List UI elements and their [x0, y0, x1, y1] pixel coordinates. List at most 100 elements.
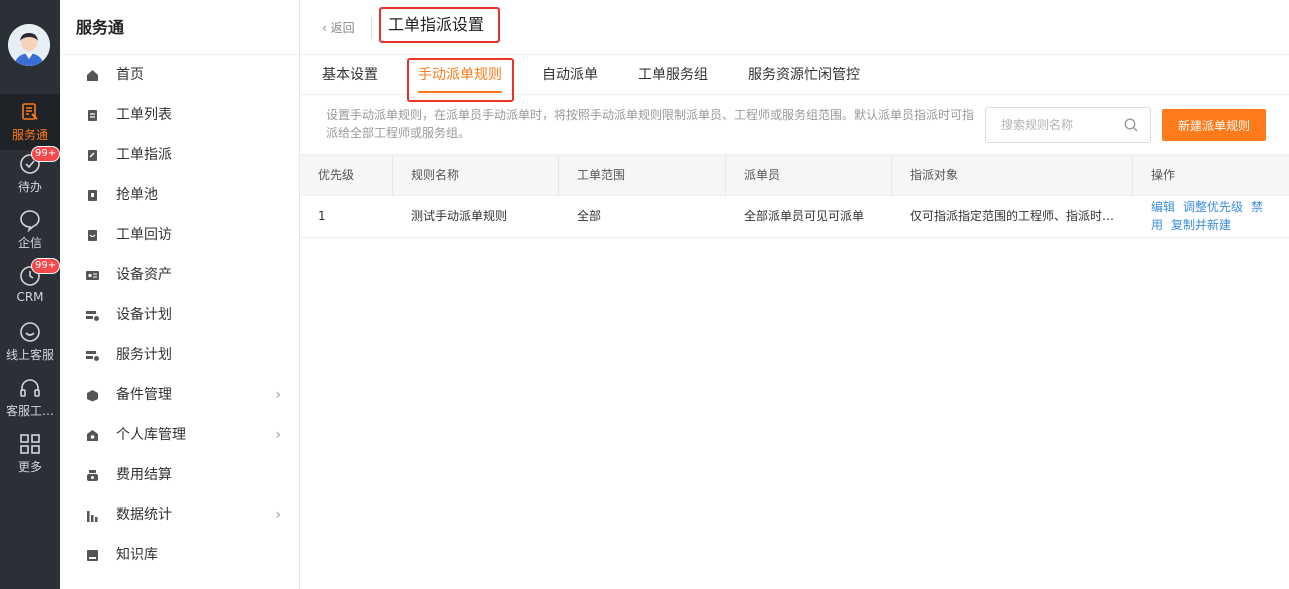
rail-label: 线上客服 [5, 348, 54, 362]
revisit-icon [88, 230, 97, 241]
search-input[interactable] [986, 108, 1116, 142]
new-rule-button[interactable]: 新建派单规则 [1162, 109, 1266, 141]
sidebar-item-expense[interactable]: 费用结算 [60, 455, 299, 495]
cell-priority: 1 [318, 209, 326, 223]
book-icon [87, 550, 98, 561]
rail-item-online-service[interactable]: 线上客服 [0, 318, 60, 374]
column-header: 指派对象 [892, 155, 1133, 196]
column-header: 操作 [1151, 168, 1176, 182]
edit-link[interactable]: 编辑 [1151, 200, 1175, 214]
column-header: 优先级 [300, 155, 393, 196]
sidebar-item-ticket-list[interactable]: 工单列表 [60, 95, 299, 135]
sidebar-item-label: 设备资产 [116, 267, 172, 283]
table-header: 优先级 规则名称 工单范围 派单员 指派对象 操作 [300, 154, 1289, 196]
user-avatar[interactable] [8, 24, 50, 66]
sidebar-item-label: 工单回访 [116, 227, 172, 243]
column-header: 派单员 [726, 155, 892, 196]
bar-chart-icon [87, 511, 98, 522]
page-header: ‹ 返回 工单指派设置 [300, 0, 1289, 55]
cell-target: 仅可指派指定范围的工程师、指派时… [910, 209, 1115, 223]
sidebar-item-label: 抢单池 [116, 187, 158, 203]
sidebar-item-label: 首页 [116, 67, 144, 83]
sidebar-item-grab-pool[interactable]: 抢单池 [60, 175, 299, 215]
rail-label: 待办 [17, 180, 42, 194]
sidebar-item-knowledge-base[interactable]: 知识库 [60, 535, 299, 575]
tab-service-group[interactable]: 工单服务组 [638, 55, 708, 95]
main-content: ‹ 返回 工单指派设置 基本设置 手动派单规则 自动派单 工单服务组 服务资源忙… [300, 0, 1289, 589]
sidebar-item-ticket-assign[interactable]: 工单指派 [60, 135, 299, 175]
tab-basic-settings[interactable]: 基本设置 [322, 55, 378, 95]
rail-item-customer-service[interactable]: 客服工… [0, 374, 60, 430]
sidebar-item-label: 工单指派 [116, 147, 172, 163]
assign-icon [88, 150, 97, 161]
clipboard-icon [88, 110, 97, 121]
service-plan-icon [86, 351, 99, 361]
cell-dispatcher: 全部派单员可见可派单 [744, 209, 865, 223]
cell-scope: 全部 [577, 209, 602, 223]
sidebar: 服务通 首页 工单列表 工单指派 抢单池 工单回访 设备资产 设备计划 服务计划… [60, 0, 300, 589]
tab-resource-busy-control[interactable]: 服务资源忙闲管控 [748, 55, 860, 95]
rail-label: 客服工… [5, 404, 54, 418]
back-link[interactable]: ‹ 返回 [322, 19, 355, 36]
sidebar-item-device-plan[interactable]: 设备计划 [60, 295, 299, 335]
chevron-right-icon: › [275, 507, 281, 523]
grab-icon [88, 190, 97, 201]
adjust-priority-link[interactable]: 调整优先级 [1183, 200, 1243, 214]
sidebar-item-label: 知识库 [116, 547, 158, 563]
column-header: 工单范围 [559, 155, 726, 196]
warehouse-icon [87, 430, 98, 441]
chat-bubble-icon [20, 210, 40, 232]
sidebar-title: 服务通 [60, 0, 299, 55]
sidebar-item-spare-parts[interactable]: 备件管理 › [60, 375, 299, 415]
rules-description: 设置手动派单规则，在派单员手动派单时，将按照手动派单规则限制派单员、工程师或服务… [326, 108, 975, 140]
sidebar-item-personal-warehouse[interactable]: 个人库管理 › [60, 415, 299, 455]
copy-new-link[interactable]: 复制并新建 [1171, 218, 1231, 232]
service-icon [22, 103, 38, 120]
chevron-right-icon: › [275, 387, 281, 403]
sidebar-item-label: 工单列表 [116, 107, 172, 123]
sidebar-item-label: 备件管理 [116, 387, 172, 403]
device-icon [86, 271, 99, 280]
cell-rule-name: 测试手动派单规则 [411, 209, 508, 223]
column-header: 规则名称 [393, 155, 559, 196]
sidebar-item-device-assets[interactable]: 设备资产 [60, 255, 299, 295]
badge-count: 99+ [31, 258, 61, 274]
chevron-left-icon: ‹ [322, 21, 331, 35]
headset-icon [20, 379, 40, 397]
sidebar-item-label: 个人库管理 [116, 427, 186, 443]
sidebar-item-revisit[interactable]: 工单回访 [60, 215, 299, 255]
tab-bar: 基本设置 手动派单规则 自动派单 工单服务组 服务资源忙闲管控 [300, 55, 1289, 102]
back-label: 返回 [330, 21, 355, 35]
table-row: 1 测试手动派单规则 全部 全部派单员可见可派单 仅可指派指定范围的工程师、指派… [300, 196, 1289, 238]
badge-count: 99+ [31, 146, 61, 162]
rail-label: 服务通 [11, 128, 48, 142]
sidebar-item-label: 数据统计 [116, 507, 172, 523]
rules-table: 优先级 规则名称 工单范围 派单员 指派对象 操作 1 测试手动派单规则 全部 … [300, 154, 1289, 238]
rail-label: CRM [16, 290, 44, 304]
row-actions: 编辑 调整优先级 禁用 复制并新建 [1151, 198, 1281, 234]
smile-chat-icon [20, 322, 40, 342]
chevron-right-icon: › [275, 427, 281, 443]
rail-item-todo[interactable]: 99+ 待办 [0, 146, 61, 206]
rail-label: 更多 [17, 460, 42, 474]
rail-label: 企信 [17, 236, 42, 250]
device-plan-icon [86, 311, 99, 321]
box-icon [87, 390, 98, 402]
rail-item-crm[interactable]: 99+ CRM [0, 258, 61, 318]
rail-item-more[interactable]: 更多 [0, 430, 60, 486]
grid-icon [20, 434, 40, 454]
sidebar-item-label: 设备计划 [116, 307, 172, 323]
sidebar-item-statistics[interactable]: 数据统计 › [60, 495, 299, 535]
search-box [985, 107, 1151, 143]
sidebar-item-label: 服务计划 [116, 347, 172, 363]
search-icon[interactable] [1124, 118, 1138, 132]
rail-item-chat[interactable]: 企信 [0, 206, 60, 262]
money-icon [87, 470, 98, 481]
rail-item-service[interactable]: 服务通 [0, 94, 60, 150]
divider [371, 18, 372, 38]
sidebar-item-home[interactable]: 首页 [60, 55, 299, 95]
home-icon [87, 70, 98, 81]
tab-auto-dispatch[interactable]: 自动派单 [542, 55, 598, 95]
app-rail: 服务通 99+ 待办 企信 99+ CRM 线上客服 客服工… 更多 [0, 0, 61, 589]
sidebar-item-service-plan[interactable]: 服务计划 [60, 335, 299, 375]
